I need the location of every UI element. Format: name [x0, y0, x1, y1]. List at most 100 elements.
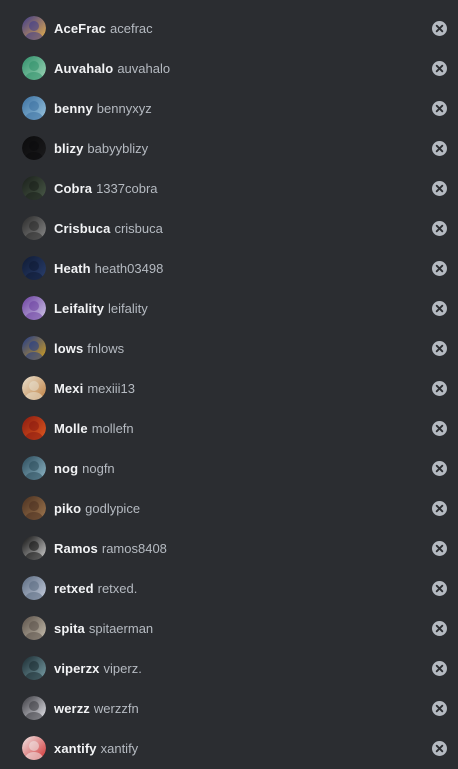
- member-names: lows fnlows: [54, 328, 124, 368]
- username: auvahalo: [117, 60, 171, 76]
- member-row[interactable]: Molle mollefn: [0, 408, 458, 448]
- member-names: werzz werzzfn: [54, 688, 139, 728]
- username: godlypice: [85, 500, 141, 516]
- circle-x-icon: [432, 21, 447, 36]
- display-name[interactable]: lows: [54, 341, 83, 356]
- remove-member-button[interactable]: [432, 261, 447, 276]
- member-row[interactable]: benny bennyxyz: [0, 88, 458, 128]
- remove-member-button[interactable]: [432, 701, 447, 716]
- display-name[interactable]: Ramos: [54, 541, 98, 556]
- display-name[interactable]: nog: [54, 461, 78, 476]
- display-name[interactable]: Molle: [54, 421, 88, 436]
- display-name[interactable]: retxed: [54, 581, 94, 596]
- member-row[interactable]: Auvahalo auvahalo: [0, 48, 458, 88]
- remove-member-button[interactable]: [432, 341, 447, 356]
- member-row[interactable]: viperzx viperz.: [0, 648, 458, 688]
- display-name[interactable]: Leifality: [54, 301, 104, 316]
- display-name[interactable]: blizy: [54, 141, 83, 156]
- member-row[interactable]: werzz werzzfn: [0, 688, 458, 728]
- member-names: spita spitaerman: [54, 608, 153, 648]
- member-row[interactable]: xantify xantify: [0, 728, 458, 768]
- member-row[interactable]: AceFrac acefrac: [0, 8, 458, 48]
- remove-member-button[interactable]: [432, 621, 447, 636]
- username: 1337cobra: [96, 180, 158, 196]
- avatar[interactable]: [22, 56, 46, 80]
- username: acefrac: [110, 20, 153, 36]
- avatar[interactable]: [22, 496, 46, 520]
- avatar[interactable]: [22, 416, 46, 440]
- username: retxed.: [97, 580, 138, 596]
- display-name[interactable]: Crisbuca: [54, 221, 110, 236]
- avatar[interactable]: [22, 256, 46, 280]
- remove-member-button[interactable]: [432, 181, 447, 196]
- member-names: Cobra 1337cobra: [54, 168, 158, 208]
- avatar[interactable]: [22, 216, 46, 240]
- member-names: Molle mollefn: [54, 408, 134, 448]
- avatar[interactable]: [22, 536, 46, 560]
- circle-x-icon: [432, 461, 447, 476]
- remove-member-button[interactable]: [432, 61, 447, 76]
- member-names: Heath heath03498: [54, 248, 163, 288]
- member-names: Mexi mexiii13: [54, 368, 135, 408]
- remove-member-button[interactable]: [432, 101, 447, 116]
- member-row[interactable]: Leifality leifality: [0, 288, 458, 328]
- member-row[interactable]: Mexi mexiii13: [0, 368, 458, 408]
- avatar[interactable]: [22, 736, 46, 760]
- member-row[interactable]: lows fnlows: [0, 328, 458, 368]
- display-name[interactable]: Auvahalo: [54, 61, 113, 76]
- member-row[interactable]: nog nogfn: [0, 448, 458, 488]
- display-name[interactable]: benny: [54, 101, 93, 116]
- remove-member-button[interactable]: [432, 581, 447, 596]
- username: leifality: [108, 300, 148, 316]
- avatar[interactable]: [22, 616, 46, 640]
- avatar[interactable]: [22, 136, 46, 160]
- remove-member-button[interactable]: [432, 421, 447, 436]
- circle-x-icon: [432, 181, 447, 196]
- member-names: piko godlypice: [54, 488, 140, 528]
- member-row[interactable]: Ramos ramos8408: [0, 528, 458, 568]
- avatar[interactable]: [22, 96, 46, 120]
- member-row[interactable]: blizy babyyblizy: [0, 128, 458, 168]
- remove-member-button[interactable]: [432, 381, 447, 396]
- remove-member-button[interactable]: [432, 741, 447, 756]
- display-name[interactable]: piko: [54, 501, 81, 516]
- avatar[interactable]: [22, 376, 46, 400]
- remove-member-button[interactable]: [432, 221, 447, 236]
- member-row[interactable]: Heath heath03498: [0, 248, 458, 288]
- member-row[interactable]: Crisbuca crisbuca: [0, 208, 458, 248]
- display-name[interactable]: viperzx: [54, 661, 100, 676]
- remove-member-button[interactable]: [432, 301, 447, 316]
- member-row[interactable]: spita spitaerman: [0, 608, 458, 648]
- display-name[interactable]: werzz: [54, 701, 90, 716]
- avatar[interactable]: [22, 576, 46, 600]
- remove-member-button[interactable]: [432, 501, 447, 516]
- avatar[interactable]: [22, 696, 46, 720]
- remove-member-button[interactable]: [432, 541, 447, 556]
- remove-member-button[interactable]: [432, 141, 447, 156]
- member-names: AceFrac acefrac: [54, 8, 153, 48]
- avatar[interactable]: [22, 456, 46, 480]
- username: mexiii13: [87, 380, 135, 396]
- member-names: Crisbuca crisbuca: [54, 208, 163, 248]
- avatar[interactable]: [22, 336, 46, 360]
- circle-x-icon: [432, 101, 447, 116]
- display-name[interactable]: spita: [54, 621, 85, 636]
- avatar[interactable]: [22, 296, 46, 320]
- display-name[interactable]: Cobra: [54, 181, 92, 196]
- username: crisbuca: [114, 220, 163, 236]
- remove-member-button[interactable]: [432, 461, 447, 476]
- circle-x-icon: [432, 741, 447, 756]
- avatar[interactable]: [22, 656, 46, 680]
- circle-x-icon: [432, 301, 447, 316]
- display-name[interactable]: Heath: [54, 261, 91, 276]
- avatar[interactable]: [22, 176, 46, 200]
- avatar[interactable]: [22, 16, 46, 40]
- remove-member-button[interactable]: [432, 21, 447, 36]
- member-row[interactable]: Cobra 1337cobra: [0, 168, 458, 208]
- display-name[interactable]: AceFrac: [54, 21, 106, 36]
- display-name[interactable]: xantify: [54, 741, 97, 756]
- remove-member-button[interactable]: [432, 661, 447, 676]
- display-name[interactable]: Mexi: [54, 381, 83, 396]
- member-row[interactable]: retxed retxed.: [0, 568, 458, 608]
- member-row[interactable]: piko godlypice: [0, 488, 458, 528]
